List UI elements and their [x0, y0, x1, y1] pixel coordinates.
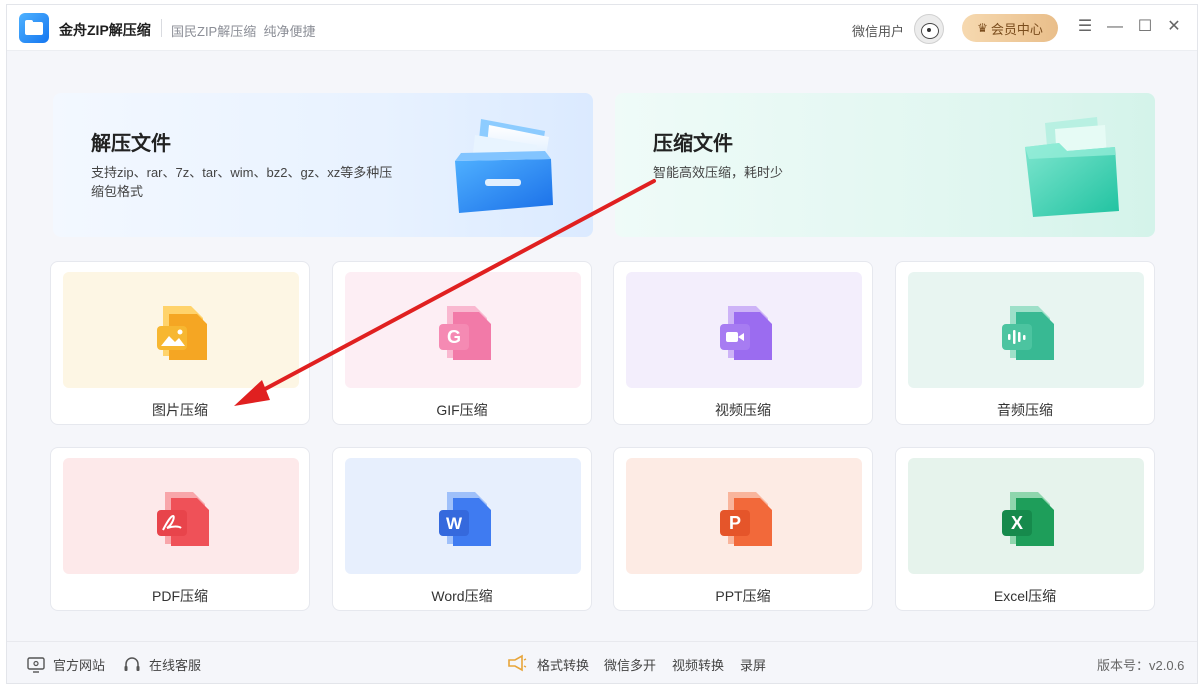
tool-word-compress[interactable]: W Word压缩 — [332, 447, 592, 611]
tool-image-bg — [63, 272, 299, 388]
audio-file-icon — [1002, 306, 1054, 360]
maximize-button[interactable]: ☐ — [1135, 17, 1155, 37]
monitor-icon — [27, 656, 45, 673]
tool-image-label: 图片压缩 — [152, 402, 208, 418]
svg-text:P: P — [729, 513, 741, 533]
official-website-label: 官方网站 — [53, 658, 106, 673]
tool-ppt-bg: P — [626, 458, 862, 574]
pdf-file-icon — [157, 492, 209, 546]
tool-ppt-compress[interactable]: P PPT压缩 — [613, 447, 873, 611]
app-logo-icon — [19, 13, 49, 43]
tool-excel-compress[interactable]: X Excel压缩 — [895, 447, 1155, 611]
file-box-icon — [455, 119, 553, 213]
title-separator — [161, 19, 162, 37]
version-label: 版本号：v2.0.6 — [1097, 658, 1185, 673]
tool-gif-label: GIF压缩 — [436, 402, 488, 418]
vip-center-button[interactable]: ♛ 会员中心 — [962, 14, 1058, 42]
folder-icon — [1025, 117, 1119, 217]
video-convert-link[interactable]: 视频转换 — [672, 655, 724, 674]
tool-gif-compress[interactable]: G GIF压缩 — [332, 261, 592, 425]
tool-video-label: 视频压缩 — [715, 402, 771, 418]
online-support-label: 在线客服 — [149, 658, 202, 673]
app-name: 金舟ZIP解压缩 — [59, 22, 151, 38]
tool-image-compress[interactable]: 图片压缩 — [50, 261, 310, 425]
svg-text:G: G — [447, 327, 461, 347]
svg-text:W: W — [446, 514, 463, 533]
screen-record-link[interactable]: 录屏 — [740, 655, 766, 674]
tool-word-label: Word压缩 — [431, 588, 493, 604]
tool-audio-label: 音频压缩 — [997, 402, 1053, 418]
ppt-file-icon: P — [720, 492, 772, 546]
footer-bar: 官方网站 在线客服 格式转换 微信多开 视频转换 录屏 版本号：v2.0.6 — [7, 641, 1197, 683]
tool-video-bg — [626, 272, 862, 388]
app-window: 金舟ZIP解压缩 国民ZIP解压缩 纯净便捷 微信用户 ♛ 会员中心 ☰ — ☐… — [6, 4, 1198, 684]
extract-files-card[interactable]: 解压文件 支持zip、rar、7z、tar、wim、bz2、gz、xz等多种压缩… — [53, 93, 593, 237]
tool-audio-bg — [908, 272, 1144, 388]
image-file-icon — [157, 306, 207, 360]
headset-icon — [124, 656, 140, 671]
menu-button[interactable]: ☰ — [1075, 17, 1095, 37]
tool-pdf-label: PDF压缩 — [152, 588, 208, 604]
tool-excel-label: Excel压缩 — [993, 588, 1057, 604]
tool-pdf-bg — [63, 458, 299, 574]
tool-pdf-compress[interactable]: PDF压缩 — [50, 447, 310, 611]
close-button[interactable]: ✕ — [1164, 17, 1184, 37]
word-file-icon: W — [439, 492, 491, 546]
title-bar: 金舟ZIP解压缩 国民ZIP解压缩 纯净便捷 微信用户 ♛ 会员中心 ☰ — ☐… — [7, 5, 1197, 51]
tool-gif-bg: G — [345, 272, 581, 388]
tool-word-bg: W — [345, 458, 581, 574]
excel-file-icon: X — [1002, 492, 1054, 546]
tool-ppt-label: PPT压缩 — [715, 588, 771, 604]
user-avatar[interactable] — [914, 14, 944, 44]
format-convert-link[interactable]: 格式转换 — [537, 655, 589, 674]
extract-description: 支持zip、rar、7z、tar、wim、bz2、gz、xz等多种压缩包格式 — [91, 165, 393, 199]
compress-title: 压缩文件 — [653, 133, 733, 155]
user-name[interactable]: 微信用户 — [852, 21, 904, 40]
megaphone-icon — [508, 654, 527, 672]
svg-text:X: X — [1011, 513, 1023, 533]
tool-audio-compress[interactable]: 音频压缩 — [895, 261, 1155, 425]
tool-excel-bg: X — [908, 458, 1144, 574]
extract-title: 解压文件 — [91, 133, 171, 155]
minimize-button[interactable]: — — [1105, 17, 1125, 37]
compress-description: 智能高效压缩，耗时少 — [653, 165, 784, 180]
app-slogan: 国民ZIP解压缩 纯净便捷 — [171, 24, 316, 39]
tool-video-compress[interactable]: 视频压缩 — [613, 261, 873, 425]
crown-icon: ♛ — [977, 21, 988, 35]
video-file-icon — [720, 306, 772, 360]
vip-center-label: 会员中心 — [990, 21, 1043, 37]
compress-files-card[interactable]: 压缩文件 智能高效压缩，耗时少 — [615, 93, 1155, 237]
gif-file-icon: G — [439, 306, 491, 360]
online-support-link[interactable]: 在线客服 — [123, 655, 201, 674]
official-website-link[interactable]: 官方网站 — [27, 655, 105, 674]
wechat-multi-link[interactable]: 微信多开 — [604, 655, 656, 674]
